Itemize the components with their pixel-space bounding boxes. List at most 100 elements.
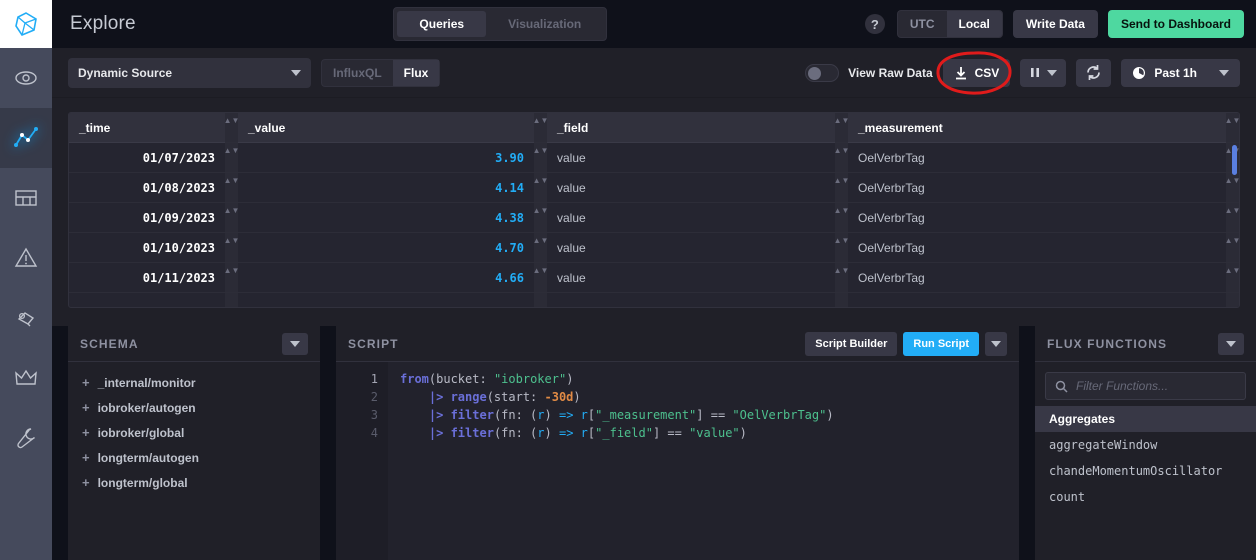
functions-category-aggregates[interactable]: Aggregates [1035, 406, 1256, 432]
schema-collapse-button[interactable] [282, 332, 308, 355]
column-header-measurement[interactable]: _measurement [848, 113, 1226, 143]
nav-item-tasks[interactable] [0, 288, 52, 348]
view-raw-data-toggle[interactable] [805, 63, 840, 82]
column-header-field[interactable]: _field [547, 113, 835, 143]
tab-queries[interactable]: Queries [397, 11, 487, 37]
code-line-1: from(bucket: "iobroker") [400, 372, 574, 386]
run-script-button[interactable]: Run Script [903, 331, 979, 356]
cell-value: 4.66 [238, 263, 534, 293]
csv-download-button[interactable]: CSV [942, 58, 1011, 87]
nav-item-alerts[interactable] [0, 228, 52, 288]
sort-handle[interactable]: ▲▼ [834, 173, 849, 203]
sort-handle[interactable]: ▲▼ [224, 233, 239, 263]
sort-handle[interactable]: ▲▼ [1225, 263, 1239, 293]
nav-item-settings[interactable] [0, 408, 52, 468]
language-influxql-button[interactable]: InfluxQL [322, 60, 393, 86]
code-field-value: value [696, 426, 733, 440]
sort-handle[interactable]: ▲▼ [834, 263, 849, 293]
sort-handle[interactable]: ▲▼ [834, 203, 849, 233]
functions-panel-header: FLUX FUNCTIONS [1035, 326, 1256, 362]
column-resize-gutter[interactable]: ▲▼ ▲▼ ▲▼ ▲▼ ▲▼ ▲▼ [533, 113, 548, 307]
page-header: Explore Queries Visualization ? UTC Loca… [52, 0, 1256, 48]
functions-collapse-button[interactable] [1218, 332, 1244, 355]
question-mark-icon[interactable]: ? [864, 14, 885, 34]
sort-handle[interactable]: ▲▼ [834, 143, 849, 173]
tab-visualization[interactable]: Visualization [486, 11, 603, 37]
tasks-icon [17, 312, 35, 327]
sort-handle[interactable]: ▲▼ [224, 143, 239, 173]
sort-handle[interactable]: ▲▼ [224, 203, 239, 233]
script-builder-button[interactable]: Script Builder [805, 331, 898, 356]
crown-icon [15, 369, 37, 385]
results-table[interactable]: _time 01/07/2023 01/08/2023 01/09/2023 0… [68, 112, 1240, 308]
chevron-down-icon-schema [290, 340, 300, 347]
time-range-button[interactable]: Past 1h [1121, 58, 1240, 87]
sort-handle[interactable]: ▲▼ [834, 233, 849, 263]
auto-refresh-pause-button[interactable] [1020, 58, 1067, 87]
sort-handle[interactable]: ▲▼ [533, 113, 548, 143]
table-scrollbar-thumb[interactable] [1232, 145, 1237, 175]
editor-code-area[interactable]: from(bucket: "iobroker") |> range(start:… [388, 362, 1019, 560]
schema-item[interactable]: + iobroker/global [68, 420, 320, 445]
schema-list: + _internal/monitor + iobroker/autogen +… [68, 362, 320, 560]
column-header-time[interactable]: _time [69, 113, 225, 143]
timezone-toggle: UTC Local [896, 10, 1003, 38]
sort-handle[interactable]: ▲▼ [834, 113, 849, 143]
cell-value: 4.70 [238, 233, 534, 263]
function-item[interactable]: aggregateWindow [1035, 432, 1256, 458]
flux-editor[interactable]: 1 2 3 4 from(bucket: "iobroker") |> rang… [336, 362, 1019, 560]
sort-handle[interactable]: ▲▼ [1225, 233, 1239, 263]
sort-handle[interactable]: ▲▼ [224, 113, 239, 143]
run-script-options-button[interactable] [985, 331, 1007, 356]
nav-item-monitor[interactable] [0, 48, 52, 108]
schema-item[interactable]: + _internal/monitor [68, 370, 320, 395]
timezone-utc-button[interactable]: UTC [898, 11, 947, 37]
sort-handle[interactable]: ▲▼ [1225, 173, 1239, 203]
sort-handle[interactable]: ▲▼ [533, 233, 548, 263]
cell-time: 01/08/2023 [69, 173, 225, 203]
column-header-value[interactable]: _value [238, 113, 534, 143]
column-resize-gutter[interactable]: ▲▼ ▲▼ ▲▼ ▲▼ ▲▼ ▲▼ [224, 113, 239, 307]
eye-icon [15, 71, 37, 85]
table-column-measurement: _measurement OelVerbrTag OelVerbrTag Oel… [848, 113, 1226, 307]
column-resize-gutter-end[interactable]: ▲▼ ▲▼ ▲▼ ▲▼ ▲▼ ▲▼ [1225, 113, 1239, 307]
functions-body: Filter Functions... Aggregates aggregate… [1035, 362, 1256, 560]
cell-field: value [547, 203, 835, 233]
column-resize-gutter[interactable]: ▲▼ ▲▼ ▲▼ ▲▼ ▲▼ ▲▼ [834, 113, 849, 307]
schema-item[interactable]: + iobroker/autogen [68, 395, 320, 420]
app-root: Explore Queries Visualization ? UTC Loca… [0, 0, 1256, 560]
sort-handle[interactable]: ▲▼ [224, 263, 239, 293]
sort-handle[interactable]: ▲▼ [1225, 203, 1239, 233]
write-data-button[interactable]: Write Data [1012, 10, 1098, 38]
sort-handle[interactable]: ▲▼ [533, 203, 548, 233]
script-panel: SCRIPT Script Builder Run Script 1 2 3 4… [336, 326, 1019, 560]
nav-item-dashboards[interactable] [0, 168, 52, 228]
source-dropdown[interactable]: Dynamic Source [68, 57, 311, 88]
line-number: 4 [370, 426, 378, 440]
sort-handle[interactable]: ▲▼ [533, 263, 548, 293]
schema-item[interactable]: + longterm/global [68, 470, 320, 495]
refresh-icon [1087, 65, 1101, 80]
sort-handle[interactable]: ▲▼ [533, 173, 548, 203]
cell-field: value [547, 233, 835, 263]
code-bucket-name: iobroker [501, 372, 559, 386]
language-flux-button[interactable]: Flux [392, 59, 440, 86]
send-to-dashboard-button[interactable]: Send to Dashboard [1107, 10, 1244, 38]
sort-handle[interactable]: ▲▼ [224, 173, 239, 203]
function-item[interactable]: count [1035, 484, 1256, 510]
function-item[interactable]: chandeMomentumOscillator [1035, 458, 1256, 484]
schema-item[interactable]: + longterm/autogen [68, 445, 320, 470]
functions-search-placeholder: Filter Functions... [1076, 379, 1169, 393]
influxdb-logo[interactable] [0, 0, 52, 48]
refresh-button[interactable] [1076, 58, 1112, 87]
sort-handle[interactable]: ▲▼ [533, 143, 548, 173]
sort-handle[interactable]: ▲▼ [1225, 113, 1239, 143]
script-editor-body: 1 2 3 4 from(bucket: "iobroker") |> rang… [336, 362, 1019, 560]
functions-search-box[interactable]: Filter Functions... [1045, 372, 1246, 400]
nav-item-explore[interactable] [0, 108, 52, 168]
cell-field: value [547, 143, 835, 173]
view-raw-data-label: View Raw Data [848, 65, 933, 80]
nav-item-upgrade[interactable] [0, 348, 52, 408]
schema-panel-header: SCHEMA [68, 326, 320, 362]
timezone-local-button[interactable]: Local [946, 11, 1002, 37]
